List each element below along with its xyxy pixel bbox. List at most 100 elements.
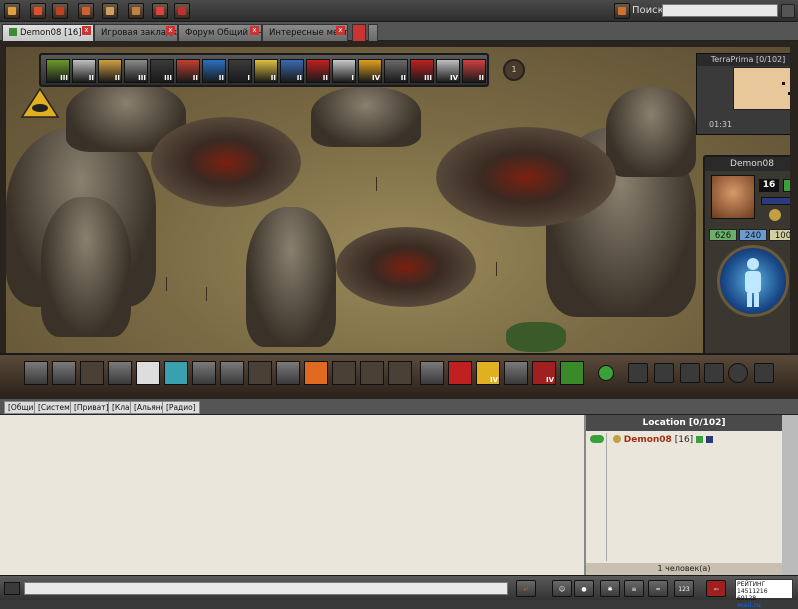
- block-slot[interactable]: [304, 361, 328, 385]
- chat-tab-private[interactable]: [Приват]: [70, 401, 113, 414]
- tab-forum[interactable]: Форум Общий Онлай... x: [178, 24, 262, 41]
- minimap-marker: [782, 82, 785, 85]
- weapon-slot[interactable]: [24, 361, 48, 385]
- chat-tab-radio[interactable]: [Радио]: [162, 401, 200, 414]
- avatar[interactable]: [711, 175, 755, 219]
- send-icon[interactable]: ↵: [516, 580, 536, 597]
- exit-icon[interactable]: ⇦: [706, 580, 726, 597]
- shield-slot[interactable]: [164, 361, 188, 385]
- numbers-icon[interactable]: 123: [674, 580, 694, 597]
- skill-slot[interactable]: III: [150, 59, 174, 83]
- bookmark-icon[interactable]: [174, 3, 190, 19]
- filter-icon[interactable]: ≡: [624, 580, 644, 597]
- counter-line: РЕЙТИНГ 14511216: [737, 581, 768, 595]
- skill-slot[interactable]: II: [462, 59, 486, 83]
- rank-icon: [761, 197, 790, 205]
- close-icon[interactable]: x: [166, 26, 175, 35]
- minimap-grid[interactable]: [733, 67, 790, 110]
- menu-button-1[interactable]: [628, 363, 648, 383]
- turn-counter[interactable]: 1: [503, 59, 525, 81]
- status-icon[interactable]: [783, 179, 790, 192]
- skull-slot[interactable]: [504, 361, 528, 385]
- skill-slot[interactable]: II: [280, 59, 304, 83]
- tab-bar: Demon08 [16] x Игровая закладка x Форум …: [0, 22, 798, 41]
- tab-game-bookmark[interactable]: Игровая закладка x: [94, 24, 178, 41]
- chat-mode-icon[interactable]: [4, 582, 20, 595]
- close-icon[interactable]: x: [250, 26, 259, 35]
- new-tab-button[interactable]: [352, 24, 366, 41]
- game-map[interactable]: III II II III III II II I II II II I IV II III IV II 1 T…: [6, 47, 790, 393]
- rifle-slot[interactable]: [52, 361, 76, 385]
- empty-slot[interactable]: [80, 361, 104, 385]
- hat-slot[interactable]: [192, 361, 216, 385]
- search-input[interactable]: [662, 4, 778, 17]
- window-icon[interactable]: [102, 3, 118, 19]
- grenade-slot[interactable]: [108, 361, 132, 385]
- settings-icon[interactable]: [128, 3, 144, 19]
- empty-slot[interactable]: [388, 361, 412, 385]
- menu-button-3[interactable]: [680, 363, 700, 383]
- chat-input[interactable]: [24, 582, 508, 595]
- search-engine-icon[interactable]: [614, 3, 630, 19]
- tab-demon08[interactable]: Demon08 [16] x: [2, 24, 94, 41]
- armor-slot[interactable]: [276, 361, 300, 385]
- skill-slot[interactable]: I: [332, 59, 356, 83]
- slot-level: IV: [545, 376, 554, 384]
- menu-button-5[interactable]: [754, 363, 774, 383]
- player-name[interactable]: Demon08: [624, 435, 672, 445]
- gear-icon[interactable]: ✱: [600, 580, 620, 597]
- empty-slot[interactable]: [248, 361, 272, 385]
- record-icon[interactable]: ●: [574, 580, 594, 597]
- shield-icon[interactable]: [598, 365, 614, 381]
- location-scrollbar[interactable]: [782, 415, 798, 575]
- mine-slot[interactable]: [220, 361, 244, 385]
- burst-slot[interactable]: [448, 361, 472, 385]
- refresh-icon[interactable]: [52, 3, 68, 19]
- skill-slot[interactable]: II: [306, 59, 330, 83]
- skill-slot[interactable]: III: [410, 59, 434, 83]
- tab-label: Demon08 [16]: [20, 28, 82, 38]
- radiation-slot[interactable]: IV: [476, 361, 500, 385]
- skill-slot[interactable]: III: [124, 59, 148, 83]
- skill-slot[interactable]: I: [228, 59, 252, 83]
- menu-button-2[interactable]: [654, 363, 674, 383]
- bear-slot[interactable]: [560, 361, 584, 385]
- game-icon[interactable]: [152, 3, 168, 19]
- empty-slot[interactable]: [360, 361, 384, 385]
- skill-slot[interactable]: IV: [358, 59, 382, 83]
- favorites-icon[interactable]: [78, 3, 94, 19]
- home-icon[interactable]: [4, 3, 20, 19]
- skill-slot[interactable]: II: [384, 59, 408, 83]
- minimap[interactable]: TerraPrima [0/102] 01:31: [696, 53, 790, 135]
- z-icon[interactable]: [728, 363, 748, 383]
- explosion-slot[interactable]: IV: [532, 361, 556, 385]
- skill-slot[interactable]: IV: [436, 59, 460, 83]
- smile-icon[interactable]: ☺: [552, 580, 572, 597]
- tab-list-button[interactable]: [368, 24, 378, 41]
- runner-slot[interactable]: [420, 361, 444, 385]
- skill-level: II: [270, 74, 276, 82]
- skill-slot[interactable]: II: [254, 59, 278, 83]
- chat-log[interactable]: [0, 415, 584, 575]
- skill-level: III: [138, 74, 146, 82]
- snowball-slot[interactable]: [136, 361, 160, 385]
- skill-slot[interactable]: II: [72, 59, 96, 83]
- counter-line: 69128: [737, 595, 757, 602]
- tab-interesting-places[interactable]: Интересные места - ... x: [262, 24, 348, 41]
- close-icon[interactable]: x: [82, 26, 91, 35]
- close-icon[interactable]: x: [336, 26, 345, 35]
- skill-slot[interactable]: II: [176, 59, 200, 83]
- sort-icon[interactable]: ≈: [648, 580, 668, 597]
- rat-badge-icon[interactable]: [20, 87, 60, 119]
- stick-slot[interactable]: [332, 361, 356, 385]
- skill-slot[interactable]: III: [46, 59, 70, 83]
- character-body-icon[interactable]: [717, 245, 789, 317]
- search-button[interactable]: [781, 4, 795, 18]
- skill-level: II: [88, 74, 94, 82]
- location-player-row[interactable]: Demon08 [16]: [590, 435, 713, 445]
- skill-slot[interactable]: II: [98, 59, 122, 83]
- add-icon[interactable]: [30, 3, 46, 19]
- menu-button-4[interactable]: [704, 363, 724, 383]
- rating-counter[interactable]: РЕЙТИНГ 14511216 69128 mail.ru: [735, 579, 793, 609]
- skill-slot[interactable]: II: [202, 59, 226, 83]
